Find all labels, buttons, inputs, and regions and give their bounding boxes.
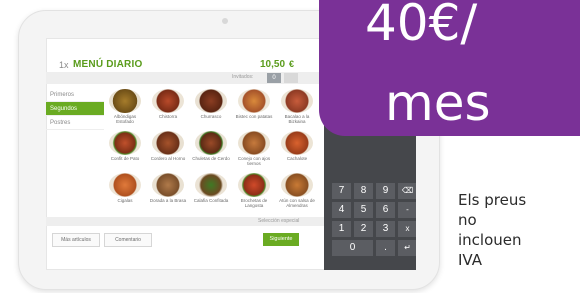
menu-title: MENÚ DIARIO: [73, 59, 143, 70]
order-quantity: 1x: [59, 60, 69, 70]
numpad-key-2[interactable]: 2: [354, 221, 373, 237]
category-panel: Primeros Segundos Postres: [46, 88, 104, 208]
numpad-key-8[interactable]: 8: [354, 183, 373, 199]
product-label: Bistec con patatas: [235, 114, 273, 119]
enter-icon[interactable]: ↵: [398, 240, 416, 256]
dish-image: [152, 173, 184, 197]
guests-secondary-button[interactable]: [284, 73, 298, 83]
product-label: Calafia Confitada: [193, 198, 229, 203]
vat-note-line: no: [458, 211, 477, 229]
product-item[interactable]: Churrasco: [192, 88, 230, 126]
dish-image: [238, 131, 270, 155]
product-grid: Albóndigas Estofado Chistorra Churrasco …: [106, 88, 321, 213]
vat-note-line: inclouen: [458, 231, 522, 249]
vat-note-line: IVA: [458, 251, 482, 269]
numpad-key-4[interactable]: 4: [332, 202, 351, 218]
product-label: Confit de Pato: [110, 156, 140, 161]
category-segundos[interactable]: Segundos: [46, 102, 104, 116]
product-label: Conejo con ajos tiernos: [237, 156, 271, 166]
dish-image: [195, 89, 227, 113]
dish-image: [195, 131, 227, 155]
product-item[interactable]: Confit de Pato: [106, 130, 144, 168]
numpad-key-multiply[interactable]: x: [398, 221, 416, 237]
product-item[interactable]: Cachalote: [278, 130, 316, 168]
category-postres[interactable]: Postres: [46, 116, 104, 130]
product-item[interactable]: Chistorra: [149, 88, 187, 126]
dish-image: [109, 89, 141, 113]
product-label: Atún con salsa de Almendras: [279, 198, 315, 208]
product-item[interactable]: Calafia Confitada: [192, 172, 230, 210]
tablet-camera: [222, 18, 228, 24]
product-label: Cordero al Horno: [150, 156, 186, 161]
order-price: 10,50: [260, 59, 286, 70]
product-label: Brochetas de Langosta: [240, 198, 268, 208]
dish-image: [281, 131, 313, 155]
dish-image: [238, 173, 270, 197]
price-badge-period: mes: [385, 74, 491, 132]
product-label: Albóndigas Estofado: [113, 114, 137, 124]
product-item[interactable]: Albóndigas Estofado: [106, 88, 144, 126]
category-primeros[interactable]: Primeros: [46, 88, 104, 102]
backspace-icon[interactable]: ⌫: [398, 183, 416, 199]
numpad-key-0[interactable]: 0: [332, 240, 373, 256]
vat-note-line: Els preus: [458, 191, 527, 209]
product-item[interactable]: Brochetas de Langosta: [235, 172, 273, 210]
product-item[interactable]: Bistec con patatas: [235, 88, 273, 126]
numpad-key-minus[interactable]: -: [398, 202, 416, 218]
product-label: Cigalas: [117, 198, 133, 203]
numpad-key-5[interactable]: 5: [354, 202, 373, 218]
dish-image: [281, 173, 313, 197]
product-item[interactable]: Chuletas de Cerdo: [192, 130, 230, 168]
numpad-key-1[interactable]: 1: [332, 221, 351, 237]
dish-image: [238, 89, 270, 113]
special-selection-label: Selección especial: [258, 218, 300, 224]
product-label: Dorada a la Brasa: [149, 198, 187, 203]
next-button[interactable]: Siguiente: [263, 233, 299, 246]
dish-image: [195, 173, 227, 197]
product-label: Chistorra: [158, 114, 178, 119]
special-selection-strip: Selección especial: [46, 217, 324, 226]
product-item[interactable]: Bacalao a la Bizkaina: [278, 88, 316, 126]
product-item[interactable]: Cordero al Horno: [149, 130, 187, 168]
product-item[interactable]: Conejo con ajos tiernos: [235, 130, 273, 168]
dish-image: [109, 173, 141, 197]
dish-image: [152, 131, 184, 155]
numpad-key-7[interactable]: 7: [332, 183, 351, 199]
product-item[interactable]: Cigalas: [106, 172, 144, 210]
product-item[interactable]: Dorada a la Brasa: [149, 172, 187, 210]
product-label: Bacalao a la Bizkaina: [284, 114, 310, 124]
numpad-key-3[interactable]: 3: [376, 221, 395, 237]
numpad-key-9[interactable]: 9: [376, 183, 395, 199]
numpad-key-decimal[interactable]: .: [376, 240, 395, 256]
currency-symbol: €: [289, 59, 295, 69]
dish-image: [281, 89, 313, 113]
dish-image: [109, 131, 141, 155]
guests-bar: Invitados: 0: [46, 72, 324, 84]
product-item[interactable]: Atún con salsa de Almendras: [278, 172, 316, 210]
guests-label: Invitados:: [232, 74, 254, 80]
dish-image: [152, 89, 184, 113]
more-items-button[interactable]: Más artículos: [52, 233, 100, 247]
price-badge-amount: 40€/: [365, 0, 478, 52]
comment-button[interactable]: Comentario: [104, 233, 152, 247]
guests-count-button[interactable]: 0: [267, 73, 281, 83]
product-label: Cachalote: [286, 156, 308, 161]
product-label: Churrasco: [200, 114, 222, 119]
vat-note: Els preus no inclouen IVA: [458, 190, 568, 270]
numpad-key-6[interactable]: 6: [376, 202, 395, 218]
action-bar: Más artículos Comentario Siguiente: [46, 228, 324, 248]
product-label: Chuletas de Cerdo: [192, 156, 230, 161]
